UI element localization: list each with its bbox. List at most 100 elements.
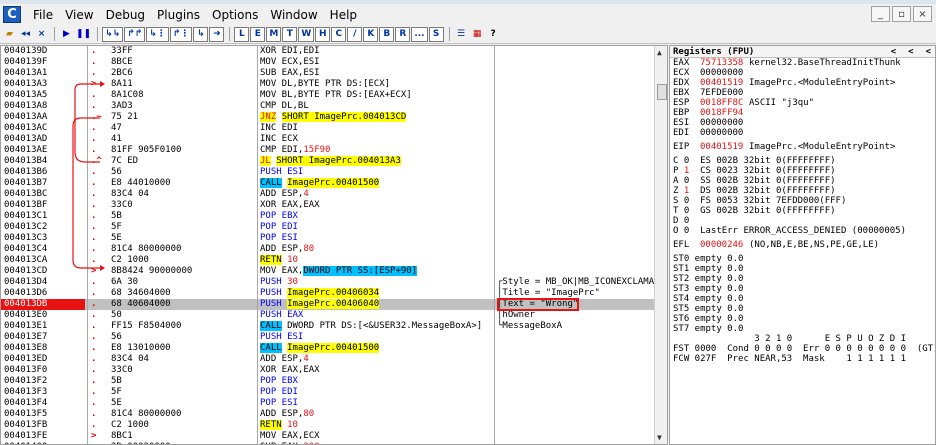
step-over-icon[interactable]: ↱↱ xyxy=(124,26,146,42)
breakpoints-window-button[interactable]: B xyxy=(379,26,395,42)
register-line[interactable]: ECX 00000000 xyxy=(670,68,935,78)
register-line[interactable]: EDI 00000000 xyxy=(670,128,935,138)
step-into-icon[interactable]: ↳↳ xyxy=(102,26,124,42)
register-value[interactable]: 00000000 xyxy=(700,68,749,78)
run-icon[interactable]: ▶ xyxy=(59,27,74,42)
menu-view[interactable]: View xyxy=(59,8,99,22)
source-window-button[interactable]: S xyxy=(428,26,444,42)
disassembly-row[interactable]: 004013BF. 33C0 XOR EAX,EAX xyxy=(1,200,654,211)
disassembly-row[interactable]: 004013ED. 83C4 04 ADD ESP,4 xyxy=(1,354,654,365)
disassembly-row[interactable]: 004013FE >8BC1 MOV EAX,ECX xyxy=(1,431,654,442)
trace-into-icon[interactable]: ↳⋮ xyxy=(146,26,169,42)
disassembly-row[interactable]: 004013A8. 3AD3 CMP DL,BL xyxy=(1,101,654,112)
scroll-up-icon[interactable]: ▲ xyxy=(657,48,662,57)
memory-window-button[interactable]: M xyxy=(266,26,282,42)
disassembly-row[interactable]: 0040139F. 8BCE MOV ECX,ESI xyxy=(1,57,654,68)
disassembly-row[interactable]: 004013B6. 56 PUSH ESI xyxy=(1,167,654,178)
register-value[interactable]: 00000000 xyxy=(700,118,749,128)
disassembly-row[interactable]: 004013AE. 81FF 905F0100 CMP EDI,15F90 xyxy=(1,145,654,156)
disassembly-row[interactable]: 004013BC. 83C4 04 ADD ESP,4 xyxy=(1,189,654,200)
nav-left-icon[interactable]: < xyxy=(926,46,931,58)
menu-file[interactable]: File xyxy=(27,8,59,22)
register-value[interactable]: 00401519 xyxy=(700,78,749,88)
disassembly-row[interactable]: 004013AC. 47 INC EDI xyxy=(1,123,654,134)
register-line[interactable]: EFL 00000246 (NO,NB,E,BE,NS,PE,GE,LE) xyxy=(670,240,935,250)
register-line[interactable]: ST1 empty 0.0 xyxy=(670,264,935,274)
register-value[interactable]: 00000000 xyxy=(700,128,749,138)
register-line[interactable]: T 0 GS 002B 32bit 0(FFFFFFFF) xyxy=(670,206,935,216)
execute-till-return-icon[interactable]: ↳ xyxy=(193,26,209,42)
registers-pane[interactable]: Registers (FPU) < < < EAX 75713358 kernel3… xyxy=(669,45,936,445)
register-line[interactable]: EBX 7EFDE000 xyxy=(670,88,935,98)
disassembly-row[interactable]: 004013C1. 5B POP EBX xyxy=(1,211,654,222)
trace-over-icon[interactable]: ↱⋮ xyxy=(169,26,193,42)
disassembly-row[interactable]: 004013A1. 2BC6 SUB EAX,ESI xyxy=(1,68,654,79)
disassembly-row[interactable]: 004013C3. 5E POP ESI xyxy=(1,233,654,244)
disassembly-row[interactable]: 004013A3 >8A11 MOV DL,BYTE PTR DS:[ECX] xyxy=(1,79,654,90)
register-line[interactable]: P 1 CS 0023 32bit 0(FFFFFFFF) xyxy=(670,166,935,176)
register-line[interactable]: EDX 00401519 ImagePrc.<ModuleEntryPoint> xyxy=(670,78,935,88)
register-value[interactable]: 7EFDE000 xyxy=(700,88,749,98)
register-line[interactable]: EBP 0018FF94 xyxy=(670,108,935,118)
disassembly-row[interactable]: 004013E1. FF15 F8504000 CALL DWORD PTR DS:… xyxy=(1,321,654,332)
disassembly-row[interactable]: 004013F5. 81C4 80000000 ADD ESP,80 xyxy=(1,409,654,420)
disassembly-row[interactable]: 004013D4. 6A 30 PUSH 30 ┌Style = MB_OK|MB_I… xyxy=(1,277,660,288)
menu-options[interactable]: Options xyxy=(206,8,264,22)
register-line[interactable]: ST6 empty 0.0 xyxy=(670,314,935,324)
disassembly-row[interactable]: 004013FB. C2 1000 RETN 10 xyxy=(1,420,654,431)
nav-left-icon[interactable]: < xyxy=(891,46,896,58)
disassembly-row[interactable]: 004013F2. 5B POP EBX xyxy=(1,376,654,387)
run-trace-window-button[interactable]: ... xyxy=(411,26,428,42)
disassembly-row[interactable]: 004013CA. C2 1000 RETN 10 xyxy=(1,255,654,266)
disassembly-row[interactable]: 004013E8. E8 13010000 CALL ImagePrc.004015… xyxy=(1,343,654,354)
disassembly-row[interactable]: 004013F3. 5F POP EDI xyxy=(1,387,654,398)
cpu-window-button[interactable]: C xyxy=(331,26,347,42)
call-stack-window-button[interactable]: K xyxy=(363,26,379,42)
register-value[interactable]: 00000246 xyxy=(700,240,749,250)
close-icon[interactable]: × xyxy=(34,27,49,42)
log-window-button[interactable]: L xyxy=(234,26,250,42)
cpu-disassembly-pane[interactable]: 0040139D. 33FF XOR EDI,EDI 0040139F. 8BCE MOV… xyxy=(0,45,668,445)
register-line[interactable]: O 0 LastErr ERROR_ACCESS_DENIED (0000000… xyxy=(670,226,935,236)
disassembly-row[interactable]: 0040139D. 33FF XOR EDI,EDI xyxy=(1,46,654,57)
restore-button[interactable]: ▫ xyxy=(892,6,911,22)
register-value[interactable]: 0018FF8C xyxy=(700,98,749,108)
register-line[interactable]: ESI 00000000 xyxy=(670,118,935,128)
register-line[interactable]: ST0 empty 0.0 xyxy=(670,254,935,264)
close-button[interactable]: × xyxy=(913,6,932,22)
patches-window-button[interactable]: / xyxy=(347,26,363,42)
goto-icon[interactable]: ➜ xyxy=(209,26,225,42)
nav-left-icon[interactable]: < xyxy=(908,46,913,58)
register-value[interactable]: 00401519 xyxy=(700,142,749,152)
app-icon[interactable]: C xyxy=(3,6,21,23)
register-line[interactable]: A 0 SS 002B 32bit 0(FFFFFFFF) xyxy=(670,176,935,186)
handles-window-button[interactable]: H xyxy=(315,26,331,42)
scroll-thumb[interactable] xyxy=(657,84,667,100)
disassembly-row[interactable]: 004013AA .~ 75 21 JNZ SHORT ImagePrc.004013… xyxy=(1,112,654,123)
register-line[interactable]: EIP 00401519 ImagePrc.<ModuleEntryPoint> xyxy=(670,142,935,152)
register-line[interactable]: ST3 empty 0.0 xyxy=(670,284,935,294)
open-icon[interactable]: ▰ xyxy=(2,27,17,42)
register-line[interactable]: ST7 empty 0.0 xyxy=(670,324,935,334)
rewind-icon[interactable]: ◂◂ xyxy=(18,27,33,42)
windows-window-button[interactable]: W xyxy=(298,26,315,42)
register-line[interactable]: D 0 xyxy=(670,216,935,226)
disassembly-row[interactable]: 004013B7. E8 44010000 CALL ImagePrc.004015… xyxy=(1,178,654,189)
register-line[interactable]: EAX 75713358 kernel32.BaseThreadInitThunk xyxy=(670,58,935,68)
references-window-button[interactable]: R xyxy=(395,26,411,42)
register-line[interactable]: ST4 empty 0.0 xyxy=(670,294,935,304)
disassembly-row[interactable]: 004013CD >8B8424 90000000 MOV EAX,DWORD PT… xyxy=(1,266,654,277)
register-line[interactable]: ST5 empty 0.0 xyxy=(670,304,935,314)
disassembly-row[interactable]: 004013A5. 8A1C08 MOV BL,BYTE PTR DS:[EAX+E… xyxy=(1,90,654,101)
list-icon[interactable]: ☰ xyxy=(454,27,469,42)
help-icon[interactable]: ? xyxy=(486,27,501,42)
register-line[interactable]: S 0 FS 0053 32bit 7EFDD000(FFF) xyxy=(670,196,935,206)
register-value[interactable]: 0018FF94 xyxy=(700,108,749,118)
register-line[interactable]: 3 2 1 0 E S P U O Z D I xyxy=(670,334,935,344)
register-line[interactable]: ST2 empty 0.0 xyxy=(670,274,935,284)
grid-icon[interactable]: ▦ xyxy=(470,27,485,42)
menu-debug[interactable]: Debug xyxy=(100,8,151,22)
disassembly-row[interactable]: 004013C4. 81C4 80000000 ADD ESP,80 xyxy=(1,244,654,255)
register-line[interactable]: ESP 0018FF8C ASCII "j3qu" xyxy=(670,98,935,108)
register-value[interactable]: 75713358 xyxy=(700,58,749,68)
